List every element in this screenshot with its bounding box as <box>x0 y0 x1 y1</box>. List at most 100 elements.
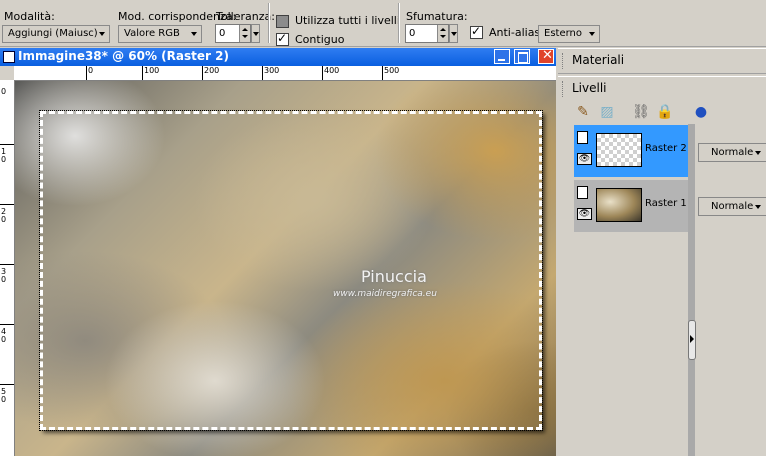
materials-panel-header[interactable]: Materiali <box>558 48 766 74</box>
blend-mode-value: Normale <box>711 147 754 158</box>
blend-mode-select[interactable]: Normale <box>698 143 766 162</box>
ruler-tick <box>262 66 263 80</box>
mode-select[interactable]: Aggiungi (Maiusc) <box>2 25 110 43</box>
antialias-mode-value: Esterno <box>544 28 582 39</box>
layer-row-raster-2[interactable]: 👁 Raster 2 <box>574 125 688 177</box>
ruler-tick <box>322 66 323 80</box>
layer-thumbnail <box>596 188 642 222</box>
selection-marquee[interactable] <box>39 110 543 431</box>
layer-properties-icon[interactable]: ● <box>692 103 710 121</box>
minimize-button[interactable] <box>494 49 510 64</box>
ruler-label: 400 <box>324 66 340 75</box>
chevron-down-icon <box>589 32 595 36</box>
ruler-tick <box>0 144 14 145</box>
ruler-label: 0 <box>1 275 7 284</box>
ruler-tick <box>0 264 14 265</box>
ruler-label: 0 <box>1 87 7 96</box>
tolerance-input[interactable]: 0 <box>215 24 260 43</box>
match-mode-value: Valore RGB <box>124 28 180 39</box>
tolerance-spin-buttons[interactable] <box>239 25 250 42</box>
visibility-eye-icon[interactable]: 👁 <box>577 208 592 220</box>
ruler-label: 300 <box>264 66 280 75</box>
tolerance-label: Tolleranza: <box>216 10 275 23</box>
chevron-down-icon <box>755 151 761 155</box>
layer-type-icon <box>577 131 588 144</box>
materials-panel-title: Materiali <box>572 53 625 67</box>
ruler-label: 500 <box>384 66 400 75</box>
ruler-label: 0 <box>1 335 7 344</box>
chevron-down-icon <box>191 32 197 36</box>
separator <box>398 3 400 43</box>
panel-grip-icon <box>562 53 566 69</box>
lock-icon[interactable]: 🔒 <box>656 103 674 121</box>
maximize-button[interactable] <box>514 49 530 64</box>
feather-input[interactable]: 0 <box>405 24 458 43</box>
ruler-tick <box>142 66 143 80</box>
contiguous-checkbox[interactable] <box>276 31 289 46</box>
ruler-tick <box>0 204 14 205</box>
layer-name: Raster 1 <box>645 198 687 209</box>
minimize-icon <box>498 59 505 61</box>
watermark-url: www.maidiregrafica.eu <box>333 289 437 299</box>
ruler-label: 0 <box>1 155 7 164</box>
separator <box>268 3 270 43</box>
ruler-tick <box>0 384 14 385</box>
blend-mode-select[interactable]: Normale <box>698 197 766 216</box>
image-canvas[interactable]: Pinuccia www.maidiregrafica.eu <box>15 81 556 456</box>
layer-thumbnail <box>596 133 642 167</box>
ruler-tick <box>202 66 203 80</box>
horizontal-ruler[interactable]: 0 100 200 300 400 500 <box>14 66 556 81</box>
maximize-icon <box>518 52 528 63</box>
splitter-handle[interactable] <box>688 320 696 360</box>
feather-spin-buttons[interactable] <box>437 25 448 42</box>
chevron-right-icon <box>690 335 694 343</box>
tolerance-dropdown-button[interactable] <box>251 24 260 43</box>
vertical-ruler[interactable]: 0 1 0 2 0 3 0 4 0 5 0 <box>0 80 15 456</box>
layer-row-raster-1[interactable]: 👁 Raster 1 <box>574 180 688 232</box>
layer-name: Raster 2 <box>645 143 687 154</box>
ruler-label: 100 <box>144 66 160 75</box>
feather-label: Sfumatura: <box>406 10 468 23</box>
tolerance-value: 0 <box>219 28 226 39</box>
image-window-titlebar[interactable]: Immagine38* @ 60% (Raster 2) ✕ <box>0 48 556 66</box>
link-icon[interactable]: ⛓ <box>632 103 650 121</box>
feather-dropdown-button[interactable] <box>449 24 458 43</box>
ruler-label: 200 <box>204 66 220 75</box>
mode-select-value: Aggiungi (Maiusc) <box>8 28 98 39</box>
layers-panel-header[interactable]: Livelli <box>558 76 766 101</box>
close-button[interactable]: ✕ <box>538 48 554 64</box>
visibility-eye-icon[interactable]: 👁 <box>577 153 592 165</box>
image-icon <box>3 51 15 63</box>
ruler-tick <box>86 66 87 80</box>
blend-mode-value: Normale <box>711 201 754 212</box>
use-all-layers-label: Utilizza tutti i livelli <box>295 14 400 27</box>
layer-type-icon <box>577 186 588 199</box>
antialias-label: Anti-alias <box>489 26 541 39</box>
ruler-tick <box>0 324 14 325</box>
use-all-layers-checkbox[interactable] <box>276 15 289 28</box>
panel-splitter[interactable] <box>688 124 695 456</box>
chevron-down-icon <box>99 32 105 36</box>
match-mode-select[interactable]: Valore RGB <box>118 25 202 43</box>
watermark-title: Pinuccia <box>361 267 427 286</box>
feather-value: 0 <box>409 28 416 39</box>
antialias-checkbox[interactable] <box>470 24 483 39</box>
new-vector-layer-icon[interactable]: ▨ <box>598 103 616 121</box>
tool-options-bar: Modalità: Aggiungi (Maiusc) Mod. corrisp… <box>0 0 766 47</box>
ruler-label: 0 <box>1 395 7 404</box>
ruler-label: 0 <box>88 66 94 75</box>
new-raster-layer-icon[interactable]: ✎ <box>574 103 592 121</box>
ruler-label: 0 <box>1 215 7 224</box>
mode-label: Modalità: <box>4 10 55 23</box>
ruler-corner <box>0 66 14 80</box>
right-panels: Materiali Livelli ✎ ▨ ⛓ 🔒 ● 👁 Raster 2 N… <box>558 48 766 456</box>
image-window-title: Immagine38* @ 60% (Raster 2) <box>18 49 229 63</box>
chevron-down-icon <box>755 205 761 209</box>
layers-panel-title: Livelli <box>572 81 607 95</box>
antialias-mode-select[interactable]: Esterno <box>538 25 600 43</box>
panel-grip-icon <box>562 81 566 97</box>
close-icon: ✕ <box>542 48 553 63</box>
image-window: Immagine38* @ 60% (Raster 2) ✕ 0 100 200… <box>0 48 556 456</box>
contiguous-label: Contiguo <box>295 33 345 46</box>
ruler-tick <box>382 66 383 80</box>
